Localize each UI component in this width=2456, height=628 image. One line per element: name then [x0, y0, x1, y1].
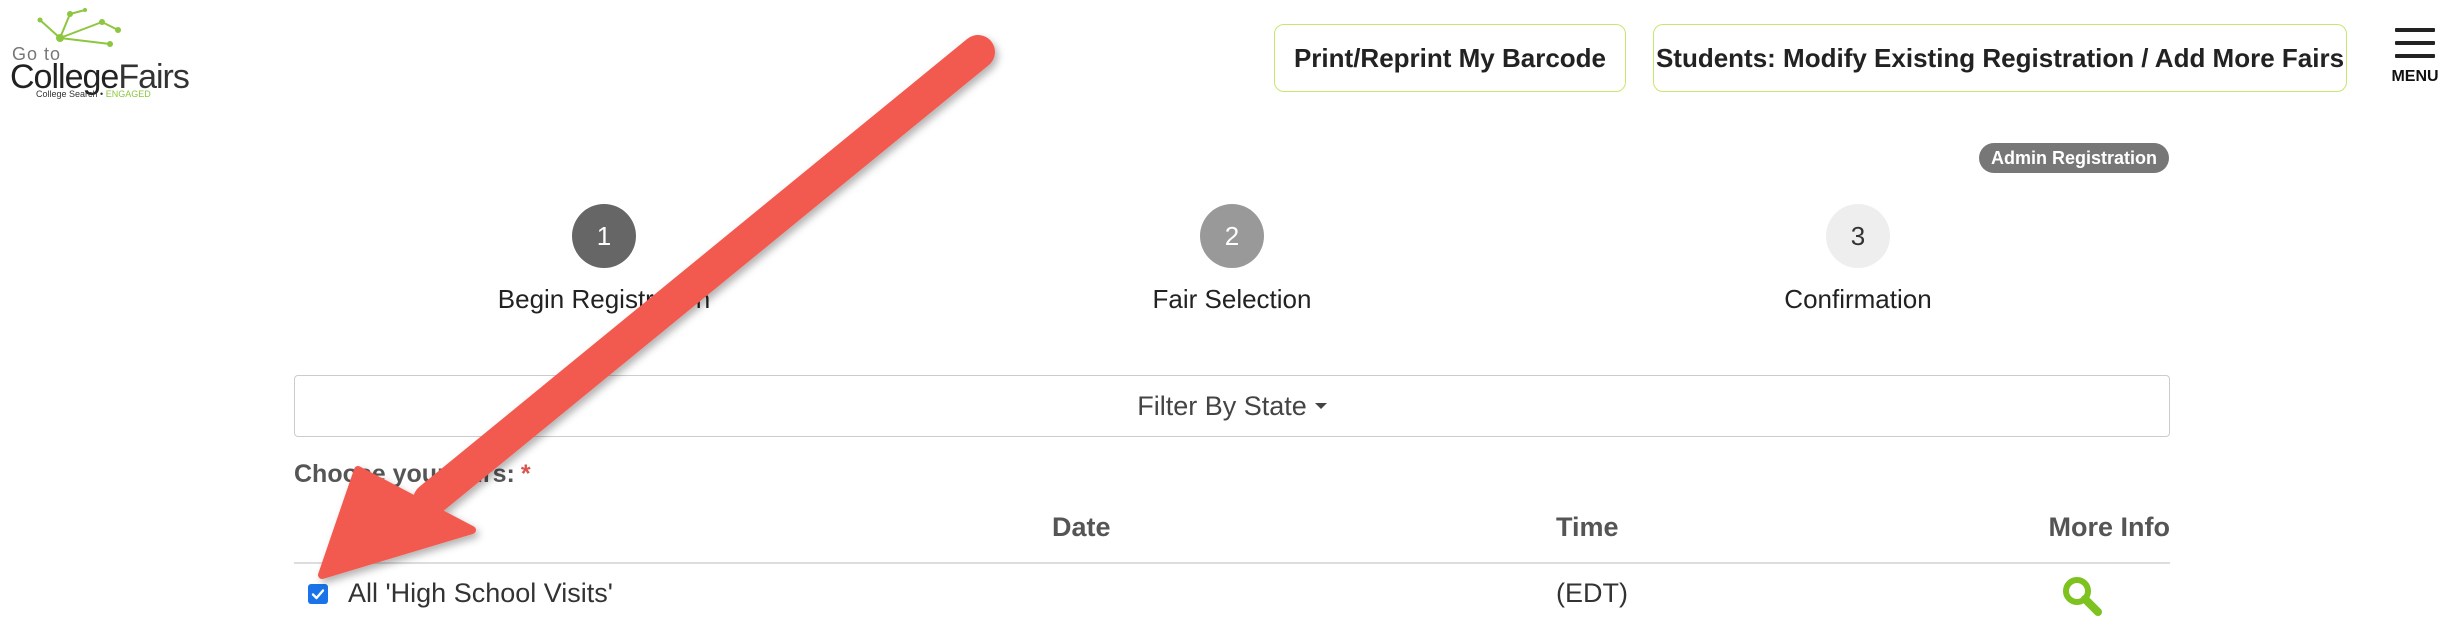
step-fair-selection: 2 Fair Selection — [1032, 204, 1432, 315]
logo-tagline-part2: ENGAGED — [105, 89, 151, 99]
column-header-more-info: More Info — [2048, 512, 2171, 542]
column-header-time: Time — [1556, 512, 1619, 542]
fair-time: (EDT) — [1556, 578, 1628, 608]
hamburger-icon-bar — [2395, 54, 2435, 58]
hamburger-icon-bar — [2395, 41, 2435, 45]
hamburger-icon — [2395, 28, 2435, 32]
step-confirmation: 3 Confirmation — [1658, 204, 2058, 315]
menu-label: MENU — [2391, 68, 2439, 85]
checkmark-icon — [311, 589, 325, 600]
admin-registration-badge: Admin Registration — [1979, 143, 2169, 173]
filter-by-state-dropdown[interactable]: Filter By State — [294, 375, 2170, 437]
step-label: Confirmation — [1784, 284, 1932, 314]
logo-tagline-part1: College Search • — [36, 89, 106, 99]
choose-fairs-text: Choose your fairs: — [294, 460, 515, 488]
menu-button[interactable]: MENU — [2385, 26, 2445, 90]
required-asterisk: * — [520, 460, 531, 488]
step-number: 1 — [572, 204, 636, 268]
step-number: 2 — [1200, 204, 1264, 268]
step-label: Fair Selection — [1152, 284, 1312, 314]
column-header-name: Name — [374, 512, 448, 542]
filter-label: Filter By State — [1137, 390, 1307, 421]
search-icon[interactable] — [2060, 574, 2104, 618]
step-label: Begin Registration — [497, 284, 711, 314]
print-barcode-button[interactable]: Print/Reprint My Barcode — [1274, 24, 1626, 92]
caret-down-icon — [1314, 403, 1327, 409]
fair-checkbox[interactable] — [308, 584, 328, 604]
step-number: 3 — [1826, 204, 1890, 268]
logo-tagline: College Search • ENGAGED — [36, 89, 151, 99]
column-header-date: Date — [1052, 512, 1111, 542]
step-begin-registration: 1 Begin Registration — [404, 204, 804, 315]
site-logo[interactable]: Go to CollegeFairs College Search • ENGA… — [10, 8, 195, 99]
modify-registration-button[interactable]: Students: Modify Existing Registration /… — [1653, 24, 2347, 92]
table-row: All 'High School Visits' (EDT) — [294, 564, 2170, 628]
choose-fairs-label: Choose your fairs: * — [294, 460, 531, 489]
fair-name: All 'High School Visits' — [348, 578, 613, 608]
